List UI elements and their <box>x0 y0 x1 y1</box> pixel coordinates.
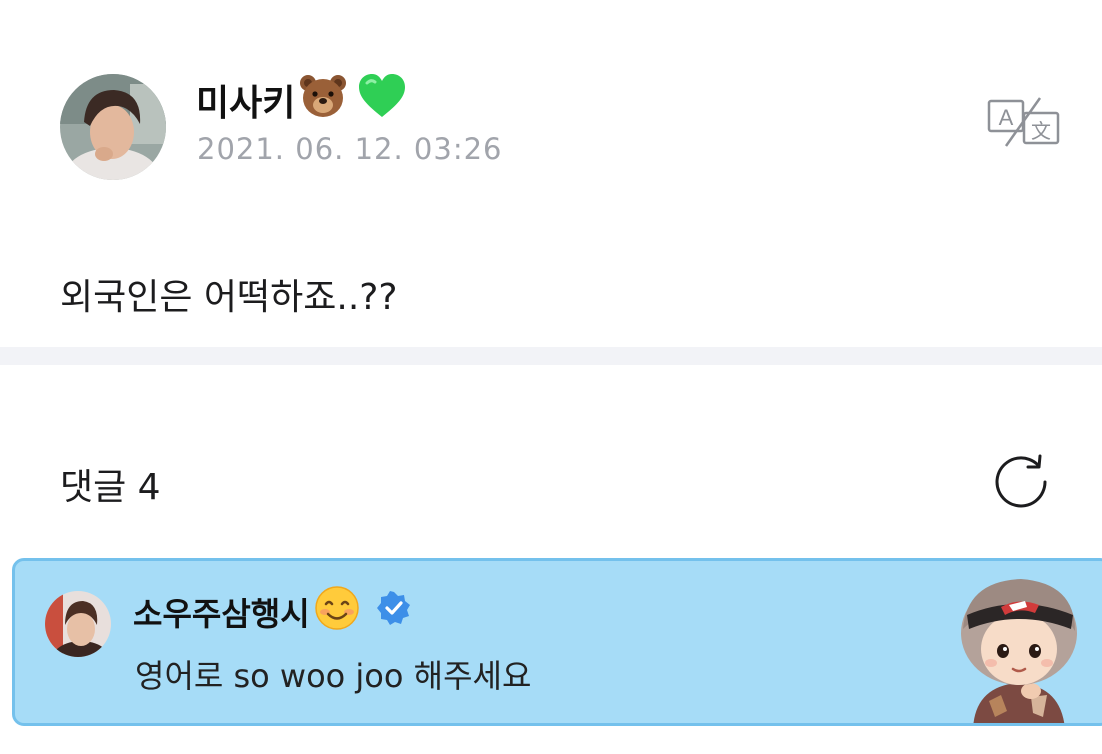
highlighted-comment[interactable]: 소우주삼행시 영어로 so woo joo 해주세요 <box>12 558 1102 726</box>
character-sticker <box>943 571 1093 723</box>
comment-author-avatar[interactable] <box>45 591 111 657</box>
post-timestamp: 2021. 06. 12. 03:26 <box>197 132 503 166</box>
refresh-comments-button[interactable] <box>993 452 1053 512</box>
green-heart-icon <box>357 73 407 128</box>
comment-author-name[interactable]: 소우주삼행시 <box>133 589 310 635</box>
bear-face-icon <box>299 73 347 128</box>
comment-author-row[interactable]: 소우주삼행시 <box>133 585 412 639</box>
svg-text:文: 文 <box>1031 119 1051 143</box>
post-author-name[interactable]: 미사키 <box>196 74 295 126</box>
post-author-avatar[interactable] <box>60 74 166 180</box>
post-detail-screen: 미사키 2021. 06. 12. 03:26 A 文 외국인은 어떡하죠..?… <box>0 0 1102 754</box>
translate-icon: A 文 <box>987 97 1060 147</box>
post-body-text: 외국인은 어떡하죠..?? <box>60 277 398 318</box>
verified-badge-icon <box>376 590 412 634</box>
smiling-face-icon <box>314 585 360 639</box>
translate-button[interactable]: A 文 <box>984 96 1062 150</box>
section-divider <box>0 347 1102 365</box>
svg-text:A: A <box>999 105 1014 130</box>
comment-text: 영어로 so woo joo 해주세요 <box>135 657 532 695</box>
refresh-icon <box>995 454 1047 508</box>
comments-count-title: 댓글 4 <box>60 467 161 508</box>
post-author-name-row[interactable]: 미사키 <box>196 72 407 128</box>
